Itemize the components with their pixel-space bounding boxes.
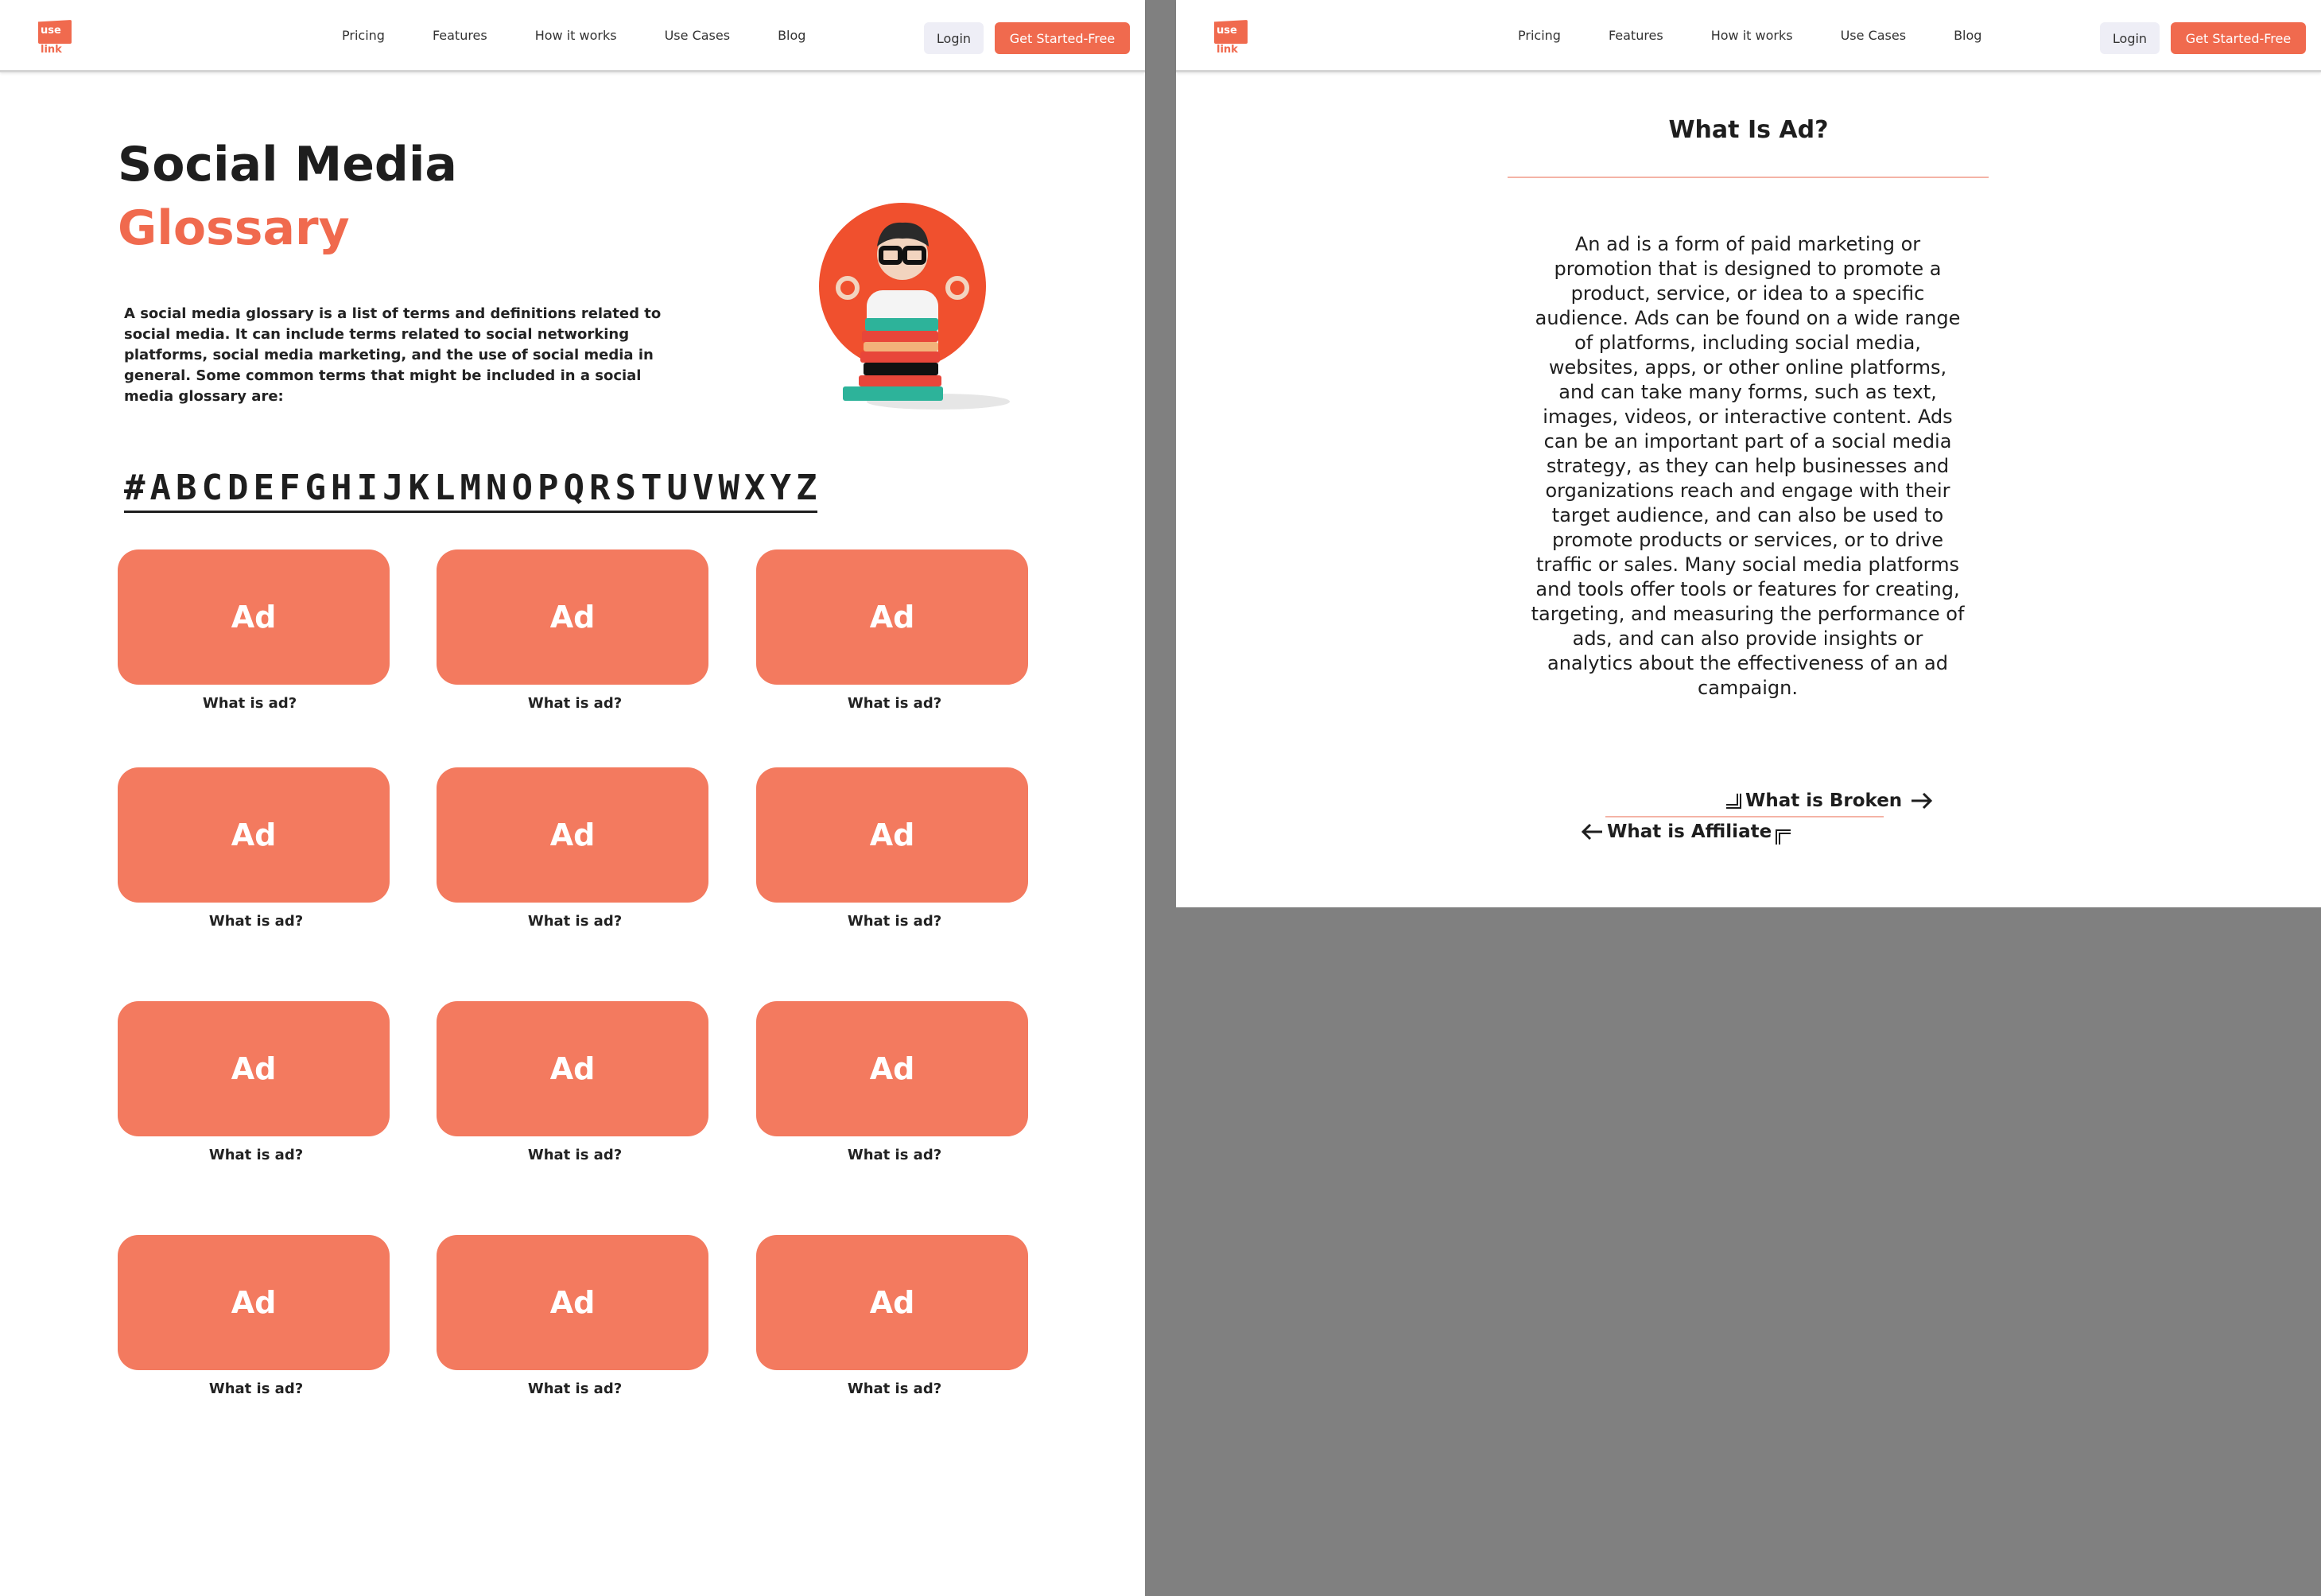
site-header: use bio link Pricing Features How it wor…	[0, 0, 1145, 72]
get-started-button[interactable]: Get Started-Free	[2171, 22, 2306, 54]
next-term-label: What is Broken	[1745, 790, 1903, 811]
alphabet-letter[interactable]: Y	[770, 468, 792, 509]
glossary-card[interactable]: Ad	[756, 1001, 1028, 1136]
nav-item-blog[interactable]: Blog	[778, 28, 805, 43]
glossary-card[interactable]: Ad	[118, 1235, 390, 1370]
glossary-description: A social media glossary is a list of ter…	[124, 305, 662, 405]
card-caption[interactable]: What is ad?	[439, 1147, 711, 1163]
alphabet-letter[interactable]: X	[744, 468, 766, 509]
card-caption[interactable]: What is ad?	[759, 1380, 1030, 1397]
alphabet-letter[interactable]: W	[719, 468, 740, 509]
card-caption[interactable]: What is ad?	[439, 913, 711, 930]
site-header: use bio link Pricing Features How it wor…	[1176, 0, 2321, 72]
get-started-button[interactable]: Get Started-Free	[995, 22, 1130, 54]
alphabet-letter[interactable]: R	[589, 468, 611, 509]
nav-item-use-cases[interactable]: Use Cases	[665, 28, 730, 43]
login-button[interactable]: Login	[2100, 22, 2160, 54]
glossary-card[interactable]: Ad	[437, 767, 708, 903]
glossary-page: use bio link Pricing Features How it wor…	[0, 0, 1145, 1596]
card-caption[interactable]: What is ad?	[759, 913, 1030, 930]
alphabet-letter[interactable]: S	[615, 468, 637, 509]
alphabet-letter[interactable]: E	[254, 468, 275, 509]
alphabet-letter[interactable]: K	[409, 468, 430, 509]
nav-item-blog[interactable]: Blog	[1954, 28, 1981, 43]
previous-term-link[interactable]: What is Affiliate	[1580, 817, 1792, 846]
alphabet-letter[interactable]: P	[538, 468, 559, 509]
glossary-card[interactable]: Ad	[756, 767, 1028, 903]
alphabet-letter[interactable]: F	[279, 468, 301, 509]
main-nav: Pricing Features How it works Use Cases …	[342, 28, 853, 43]
alphabet-letter[interactable]: J	[382, 468, 404, 509]
main-nav: Pricing Features How it works Use Cases …	[1518, 28, 2029, 43]
glossary-card[interactable]: Ad	[118, 767, 390, 903]
nav-item-features[interactable]: Features	[433, 28, 487, 43]
alphabet-letter[interactable]: L	[434, 468, 456, 509]
arrow-right-icon	[1912, 792, 1933, 810]
card-caption[interactable]: What is ad?	[439, 695, 711, 712]
card-caption[interactable]: What is ad?	[439, 1380, 711, 1397]
nav-item-features[interactable]: Features	[1609, 28, 1663, 43]
article-body: An ad is a form of paid marketing or pro…	[1531, 233, 1965, 699]
glossary-card[interactable]: Ad	[756, 549, 1028, 685]
alphabet-letter[interactable]: N	[486, 468, 507, 509]
glossary-card[interactable]: Ad	[437, 1235, 708, 1370]
article-page: use bio link Pricing Features How it wor…	[1176, 0, 2321, 907]
reader-illustration-icon	[819, 203, 1010, 410]
card-caption[interactable]: What is ad?	[759, 695, 1030, 712]
alphabet-letter[interactable]: V	[693, 468, 714, 509]
page-title-line2: Glossary	[118, 200, 350, 256]
nav-item-pricing[interactable]: Pricing	[1518, 28, 1561, 43]
glossary-card[interactable]: Ad	[118, 1001, 390, 1136]
card-caption[interactable]: What is ad?	[114, 695, 386, 712]
title-divider	[1508, 177, 1989, 178]
nav-item-use-cases[interactable]: Use Cases	[1841, 28, 1906, 43]
alphabet-letter[interactable]: B	[176, 468, 197, 509]
previous-term-label: What is Affiliate	[1607, 821, 1772, 842]
alphabet-letter[interactable]: D	[227, 468, 249, 509]
glossary-card[interactable]: Ad	[437, 1001, 708, 1136]
alphabet-letter[interactable]: Z	[796, 468, 817, 509]
card-caption[interactable]: What is ad?	[120, 1147, 392, 1163]
alphabet-letter[interactable]: M	[460, 468, 482, 509]
card-caption[interactable]: What is ad?	[120, 1380, 392, 1397]
glossary-card[interactable]: Ad	[756, 1235, 1028, 1370]
corner-bracket-icon	[1776, 829, 1791, 845]
alphabet-letter[interactable]: T	[641, 468, 662, 509]
corner-bracket-icon	[1726, 794, 1741, 809]
alphabet-index: # A B C D E F G H I J K L M N O P Q R S …	[124, 468, 817, 513]
alphabet-letter[interactable]: Q	[564, 468, 585, 509]
alphabet-letter[interactable]: A	[150, 468, 172, 509]
glossary-card[interactable]: Ad	[118, 549, 390, 685]
alphabet-letter[interactable]: U	[667, 468, 689, 509]
alphabet-letter[interactable]: O	[512, 468, 534, 509]
article-title: What Is Ad?	[1668, 116, 1829, 144]
alphabet-letter[interactable]: #	[124, 468, 146, 509]
next-term-link[interactable]: What is Broken	[1725, 790, 1934, 811]
glossary-card[interactable]: Ad	[437, 549, 708, 685]
brand-logo[interactable]: use bio link	[1214, 20, 1248, 64]
nav-item-how-it-works[interactable]: How it works	[1711, 28, 1793, 43]
alphabet-letter[interactable]: G	[305, 468, 327, 509]
card-caption[interactable]: What is ad?	[120, 913, 392, 930]
nav-item-pricing[interactable]: Pricing	[342, 28, 385, 43]
brand-logo[interactable]: use bio link	[38, 20, 72, 64]
arrow-left-icon	[1581, 823, 1602, 841]
alphabet-letter[interactable]: I	[357, 468, 378, 509]
alphabet-letter[interactable]: C	[202, 468, 223, 509]
nav-item-how-it-works[interactable]: How it works	[535, 28, 617, 43]
alphabet-letter[interactable]: H	[331, 468, 352, 509]
page-title-line1: Social Media	[118, 137, 457, 192]
card-caption[interactable]: What is ad?	[759, 1147, 1030, 1163]
login-button[interactable]: Login	[924, 22, 984, 54]
